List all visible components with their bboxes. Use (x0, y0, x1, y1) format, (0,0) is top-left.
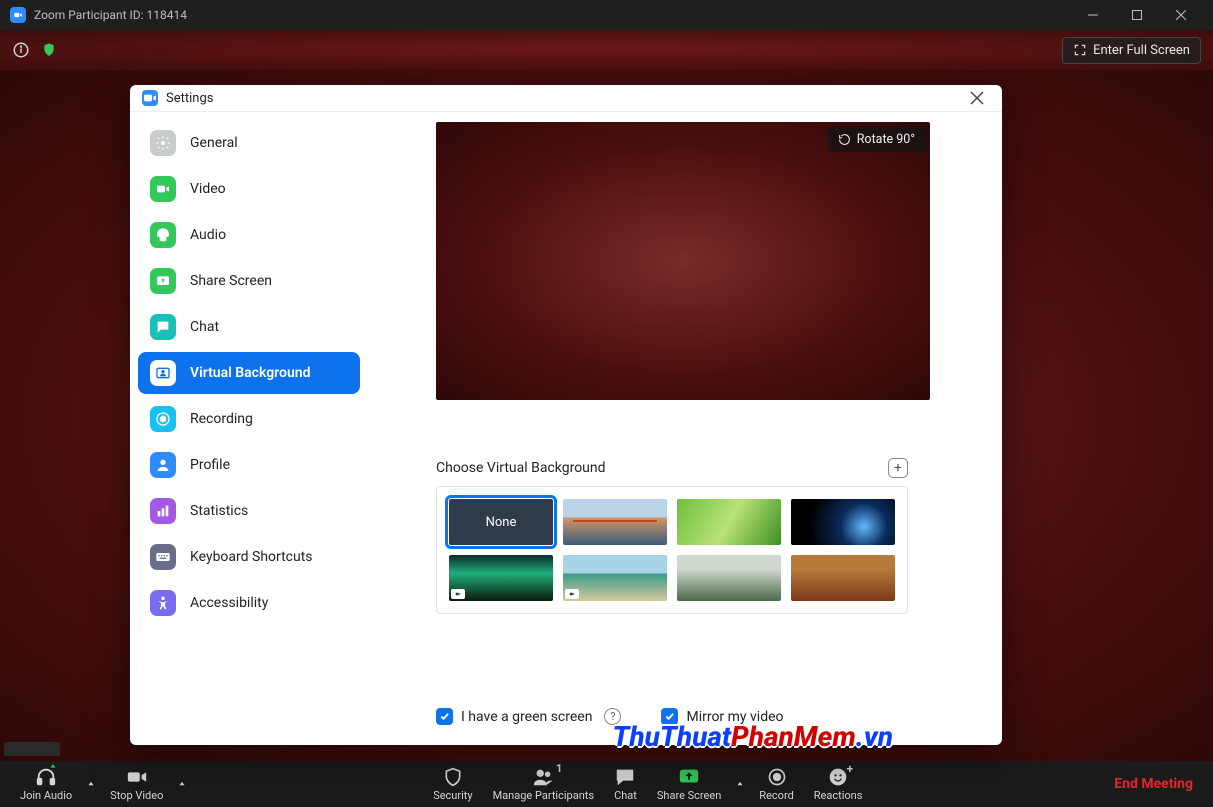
statistics-icon (150, 498, 176, 524)
zoom-app-icon (10, 7, 26, 23)
video-options-caret[interactable] (173, 761, 191, 807)
recording-icon (150, 406, 176, 432)
zoom-app-icon (142, 90, 158, 106)
green-screen-checkbox[interactable]: I have a green screen ? (436, 708, 621, 725)
nav-virtual-background[interactable]: Virtual Background (138, 352, 360, 394)
accessibility-icon (150, 590, 176, 616)
settings-content: Rotate 90° Choose Virtual Background + N… (368, 112, 1002, 745)
keyboard-icon (150, 544, 176, 570)
reactions-icon: + (827, 766, 849, 788)
mirror-video-checkbox[interactable]: Mirror my video (661, 708, 783, 725)
settings-title: Settings (166, 91, 213, 106)
background-grass[interactable] (677, 499, 781, 545)
nav-accessibility[interactable]: Accessibility (138, 582, 360, 624)
nav-statistics[interactable]: Statistics (138, 490, 360, 532)
security-button[interactable]: Security (423, 761, 482, 807)
background-beach[interactable] (563, 555, 667, 601)
record-icon (766, 766, 788, 788)
chat-bubble-icon (614, 766, 636, 788)
chat-button[interactable]: Chat (604, 761, 647, 807)
background-aurora[interactable] (449, 555, 553, 601)
share-options-caret[interactable] (731, 761, 749, 807)
enter-full-screen-button[interactable]: Enter Full Screen (1062, 37, 1201, 64)
background-earth[interactable] (791, 499, 895, 545)
background-thumbnails: None (436, 486, 908, 614)
manage-participants-button[interactable]: 1 Manage Participants (483, 761, 604, 807)
choose-background-label: Choose Virtual Background (436, 460, 606, 476)
encryption-lock-icon[interactable] (40, 41, 58, 59)
nav-recording[interactable]: Recording (138, 398, 360, 440)
minimize-button[interactable] (1071, 0, 1115, 30)
checkbox-checked-icon (661, 708, 678, 725)
info-icon[interactable] (12, 41, 30, 59)
maximize-button[interactable] (1115, 0, 1159, 30)
background-none[interactable]: None (449, 499, 553, 545)
stop-video-button[interactable]: Stop Video (100, 761, 173, 807)
nav-keyboard-shortcuts[interactable]: Keyboard Shortcuts (138, 536, 360, 578)
share-screen-button[interactable]: Share Screen (647, 761, 731, 807)
video-preview: Rotate 90° (436, 122, 930, 400)
audio-icon (150, 222, 176, 248)
nav-audio[interactable]: Audio (138, 214, 360, 256)
join-audio-button[interactable]: Join Audio (10, 761, 82, 807)
share-screen-icon (678, 766, 700, 788)
settings-dialog: Settings General Video Audio Share Scree… (130, 85, 1002, 745)
window-title: Zoom Participant ID: 118414 (34, 8, 187, 22)
participants-icon: 1 (532, 766, 554, 788)
audio-options-caret[interactable] (82, 761, 100, 807)
nav-general[interactable]: General (138, 122, 360, 164)
video-indicator-icon (451, 589, 465, 599)
reactions-button[interactable]: + Reactions (804, 761, 873, 807)
profile-icon (150, 452, 176, 478)
participants-count: 1 (556, 762, 562, 775)
share-screen-icon (150, 268, 176, 294)
background-bridge[interactable] (563, 499, 667, 545)
close-window-button[interactable] (1159, 0, 1203, 30)
meeting-status-row: Enter Full Screen (0, 30, 1213, 70)
nav-chat[interactable]: Chat (138, 306, 360, 348)
checkbox-checked-icon (436, 708, 453, 725)
nav-share-screen[interactable]: Share Screen (138, 260, 360, 302)
close-settings-button[interactable] (964, 85, 990, 111)
virtual-background-icon (150, 360, 176, 386)
help-icon[interactable]: ? (604, 708, 621, 725)
settings-nav: General Video Audio Share Screen Chat Vi… (130, 112, 368, 745)
chat-icon (150, 314, 176, 340)
settings-titlebar: Settings (130, 85, 1002, 112)
nav-video[interactable]: Video (138, 168, 360, 210)
window-titlebar: Zoom Participant ID: 118414 (0, 0, 1213, 30)
background-hall[interactable] (791, 555, 895, 601)
general-icon (150, 130, 176, 156)
nav-profile[interactable]: Profile (138, 444, 360, 486)
video-indicator-icon (565, 589, 579, 599)
headphones-icon (35, 766, 57, 788)
add-background-button[interactable]: + (888, 458, 908, 478)
rotate-90-button[interactable]: Rotate 90° (828, 127, 925, 152)
shield-icon (442, 766, 464, 788)
video-icon (150, 176, 176, 202)
video-camera-icon (126, 766, 148, 788)
recording-indicator (4, 742, 60, 756)
end-meeting-button[interactable]: End Meeting (1104, 776, 1203, 792)
enter-full-screen-label: Enter Full Screen (1093, 43, 1190, 58)
meeting-toolbar: Join Audio Stop Video Security 1 Manage … (0, 761, 1213, 807)
background-forest[interactable] (677, 555, 781, 601)
record-button[interactable]: Record (749, 761, 803, 807)
